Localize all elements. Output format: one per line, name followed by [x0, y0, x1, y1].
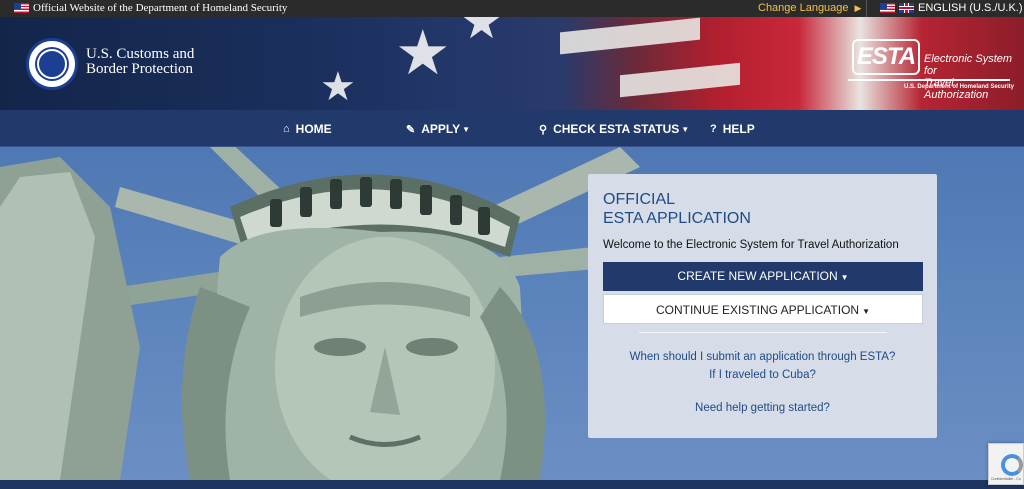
- esta-application-panel: OFFICIAL ESTA APPLICATION Welcome to the…: [588, 174, 937, 438]
- esta-fullname-line1: Electronic System for: [924, 53, 1013, 77]
- create-new-application-button[interactable]: CREATE NEW APPLICATION ▼: [603, 262, 923, 291]
- nav-apply[interactable]: ✎ APPLY ▼: [406, 122, 470, 136]
- gov-banner: Official Website of the Department of Ho…: [0, 0, 1024, 17]
- official-site-text: Official Website of the Department of Ho…: [33, 2, 288, 14]
- panel-divider: [639, 332, 887, 333]
- recaptcha-icon: [1001, 454, 1023, 476]
- flag-star: ★: [320, 65, 356, 109]
- nav-home[interactable]: ⌂ HOME: [283, 122, 332, 136]
- nav-help[interactable]: ? HELP: [710, 122, 755, 136]
- flag-star: ★: [460, 17, 504, 49]
- recaptcha-badge[interactable]: Confidentialité - Co: [988, 443, 1024, 485]
- caret-down-icon: ▼: [840, 273, 849, 282]
- question-circle-icon: ?: [710, 123, 717, 135]
- change-language-link[interactable]: Change Language ▶: [758, 2, 861, 14]
- traveled-to-cuba-link[interactable]: If I traveled to Cuba?: [588, 369, 937, 381]
- flag-stripe: [620, 62, 740, 98]
- panel-title-line1: OFFICIAL: [603, 191, 676, 208]
- dhs-seal-logo[interactable]: [26, 38, 78, 90]
- caret-down-icon: ▼: [681, 124, 690, 134]
- esta-logo[interactable]: ESTA Electronic System for Travel Author…: [848, 39, 1016, 105]
- caret-right-icon: ▶: [854, 3, 862, 13]
- caret-down-icon: ▼: [462, 124, 471, 134]
- flag-stripe: [560, 17, 700, 55]
- nav-apply-label: APPLY: [421, 122, 461, 136]
- main-nav: ⌂ HOME ✎ APPLY ▼ ⚲ CHECK ESTA STATUS ▼ ?…: [0, 110, 1024, 147]
- continue-existing-application-label: CONTINUE EXISTING APPLICATION: [655, 303, 860, 317]
- home-icon: ⌂: [283, 123, 290, 135]
- nav-check-status[interactable]: ⚲ CHECK ESTA STATUS ▼: [539, 122, 689, 136]
- panel-title: OFFICIAL ESTA APPLICATION: [603, 190, 751, 228]
- nav-home-label: HOME: [295, 122, 332, 136]
- panel-title-line2: ESTA APPLICATION: [603, 210, 751, 227]
- agency-name-line1: U.S. Customs and: [86, 46, 195, 62]
- agency-name[interactable]: U.S. Customs and Border Protection: [86, 47, 194, 77]
- welcome-text: Welcome to the Electronic System for Tra…: [603, 239, 899, 251]
- recaptcha-text: Confidentialité - Co: [991, 477, 1021, 481]
- esta-logo-mark: ESTA: [852, 39, 920, 75]
- current-language-label: ENGLISH (U.S./U.K.): [918, 2, 1023, 14]
- nav-check-status-label: CHECK ESTA STATUS: [553, 122, 680, 136]
- site-header: ★ ★ ★ U.S. Customs and Border Protection…: [0, 17, 1024, 110]
- us-flag-icon: [880, 3, 895, 13]
- continue-existing-application-button[interactable]: CONTINUE EXISTING APPLICATION ▼: [603, 294, 923, 324]
- change-language-label: Change Language: [758, 2, 849, 14]
- help-getting-started-link[interactable]: Need help getting started?: [588, 402, 937, 414]
- statue-of-liberty-image: [0, 147, 640, 480]
- us-flag-icon: [14, 3, 29, 13]
- current-language[interactable]: ENGLISH (U.S./U.K.): [880, 2, 1023, 14]
- esta-logo-rule: [848, 79, 1010, 81]
- bottom-bar: [0, 480, 1024, 489]
- official-site-notice: Official Website of the Department of Ho…: [14, 2, 287, 14]
- nav-help-label: HELP: [722, 122, 755, 136]
- uk-flag-icon: [899, 3, 914, 13]
- topbar-divider: [866, 0, 867, 17]
- esta-logo-dhs: U.S. Department of Homeland Security: [904, 84, 1015, 90]
- search-icon: ⚲: [539, 123, 548, 136]
- agency-name-line2: Border Protection: [86, 61, 194, 77]
- caret-down-icon: ▼: [862, 307, 871, 316]
- flag-star: ★: [395, 19, 451, 88]
- create-new-application-label: CREATE NEW APPLICATION: [677, 269, 838, 283]
- pencil-icon: ✎: [406, 123, 416, 136]
- esta-logo-fullname: Electronic System for Travel Authorizati…: [924, 53, 1016, 101]
- when-to-submit-link[interactable]: When should I submit an application thro…: [588, 351, 937, 363]
